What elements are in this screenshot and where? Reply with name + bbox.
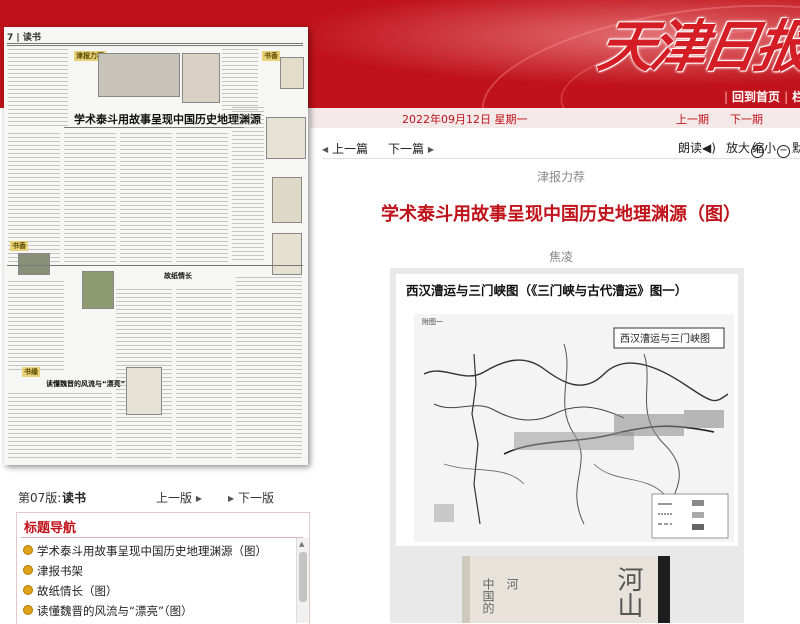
read-aloud-label[interactable]: 朗读 [678, 141, 702, 155]
title-nav-item[interactable]: 学术泰斗用故事呈现中国历史地理渊源（图） [23, 543, 267, 561]
paper-tag: 书香 [262, 51, 280, 61]
title-nav-scrollbar[interactable]: ▲ [296, 538, 309, 623]
paper-headline-2[interactable]: 故纸情长 [164, 271, 192, 281]
book-cover-image: 中国的 河 河山 [462, 556, 670, 623]
article-kicker: 津报力荐 [536, 170, 585, 184]
paper-section-label: 7 | 读书 [7, 33, 41, 43]
bullet-icon [23, 565, 33, 575]
paper-image [182, 53, 220, 103]
page-number-label: 第07版: [18, 491, 62, 505]
next-page-label[interactable]: 下一版 [238, 491, 274, 505]
paper-rule [7, 45, 303, 46]
weekday: 星期一 [494, 113, 528, 126]
title-nav-item[interactable]: 故纸情长（图） [23, 583, 118, 601]
paper-image [266, 117, 306, 159]
bullet-icon [23, 605, 33, 615]
book-cover-text: 中国的 [481, 578, 495, 614]
paper-headline-3[interactable]: 读懂魏晋的风流与“漂亮” [46, 379, 125, 389]
bullet-icon [23, 545, 33, 555]
home-link[interactable]: 回到首页 [732, 90, 780, 104]
date-value: 2022年09月12日 [402, 113, 491, 126]
paper-text-block [232, 107, 264, 263]
prev-page-label[interactable]: 上一版 [156, 491, 192, 505]
zoom-reset-button[interactable]: 默 [792, 139, 800, 156]
paper-text-block [8, 49, 68, 129]
newspaper-page-thumbnail[interactable]: 7 | 读书 津报力荐 书香 学术泰斗用故事呈现中国历史地理渊源 书香 故纸情长… [4, 27, 308, 465]
article-author: 焦凌 [548, 250, 573, 264]
paper-text-block [176, 133, 228, 263]
play-left-icon: ◀ [322, 145, 329, 154]
article-toolbar: ◀ 上一篇 下一篇 ▶ 朗读◀) 放大 + 缩小 − 默 [322, 138, 800, 158]
figure-card: 西汉漕运与三门峡图（《三门峡与古代漕运》图一） 附图一 西汉漕运与三门峡图 [396, 274, 738, 546]
scroll-thumb[interactable] [299, 552, 307, 602]
next-issue-link[interactable]: 下一期 [730, 111, 763, 127]
paper-text-block [64, 133, 116, 263]
paper-image [272, 233, 302, 275]
page-nav: 第07版: 读书 上一版 ▶ ▶ 下一版 [18, 489, 308, 505]
title-nav-divider [21, 537, 303, 538]
prev-article-label[interactable]: 上一篇 [332, 142, 368, 156]
scroll-up-arrow-icon[interactable]: ▲ [299, 540, 304, 548]
prev-page-link[interactable]: 上一版 ▶ [156, 489, 202, 506]
next-article-link[interactable]: 下一篇 ▶ [388, 140, 434, 157]
map-label: 附图一 [422, 317, 443, 326]
site-logo[interactable]: 天津日报 [593, 2, 800, 83]
paper-text-block [120, 133, 172, 263]
top-nav: | 回到首页 | 栏 [720, 88, 800, 104]
map-title: 西汉漕运与三门峡图 [620, 332, 710, 345]
next-article-label[interactable]: 下一篇 [388, 142, 424, 156]
zoom-out-button[interactable]: 缩小 − [752, 139, 791, 158]
paper-image [126, 367, 162, 415]
figure-caption: 西汉漕运与三门峡图（《三门峡与古代漕运》图一） [406, 283, 688, 298]
prev-article-link[interactable]: ◀ 上一篇 [322, 140, 368, 157]
paper-text-block [236, 277, 302, 459]
title-nav-item-label[interactable]: 津报书架 [37, 564, 83, 578]
paper-text-block [8, 281, 64, 371]
zoom-in-label[interactable]: 放大 [726, 141, 750, 155]
book-cover-text: 河 [505, 578, 519, 590]
paper-image [98, 53, 180, 97]
title-nav-heading: 标题导航 [24, 521, 77, 536]
play-right-icon: ▶ [427, 145, 434, 154]
book-spine [658, 556, 670, 623]
paper-tag: 书缘 [22, 367, 40, 377]
paper-image [18, 253, 50, 275]
title-nav-panel: 标题导航 学术泰斗用故事呈现中国历史地理渊源（图） 津报书架 故纸情长（图） 读… [16, 512, 310, 624]
title-nav-item[interactable]: 读懂魏晋的风流与“漂亮”（图） [23, 603, 193, 621]
title-nav-item-label[interactable]: 故纸情长（图） [37, 584, 118, 598]
page-name[interactable]: 读书 [62, 489, 86, 506]
read-aloud-button[interactable]: 朗读◀) [678, 139, 716, 156]
paper-text-block [176, 289, 232, 459]
date-bar: 2022年09月12日 星期一 上一期 下一期 [310, 108, 800, 128]
paper-tag: 书香 [10, 241, 28, 251]
toolbar-divider [322, 158, 800, 159]
minus-icon: − [777, 145, 791, 158]
speaker-icon: ◀) [702, 141, 716, 155]
play-right-icon: ▶ [195, 494, 202, 503]
column-link[interactable]: 栏 [792, 90, 800, 104]
play-right-icon: ▶ [228, 494, 235, 503]
paper-image [272, 177, 302, 223]
bullet-icon [23, 585, 33, 595]
title-nav-item[interactable]: 津报书架 [23, 563, 83, 581]
nav-separator: | [784, 90, 789, 104]
title-nav-item-label[interactable]: 读懂魏晋的风流与“漂亮”（图） [37, 604, 193, 618]
paper-rule [7, 43, 303, 44]
historical-map-image: 附图一 西汉漕运与三门峡图 [414, 314, 734, 542]
article-title: 学术泰斗用故事呈现中国历史地理渊源（图） [381, 204, 741, 225]
book-cover-title: 河山 [613, 566, 643, 618]
next-page-link[interactable]: ▶ 下一版 [228, 489, 274, 506]
title-nav-item-label[interactable]: 学术泰斗用故事呈现中国历史地理渊源（图） [37, 544, 267, 558]
paper-image [280, 57, 304, 89]
prev-issue-link[interactable]: 上一期 [676, 111, 709, 127]
paper-text-block [8, 393, 112, 459]
issue-date: 2022年09月12日 星期一 [402, 111, 528, 127]
zoom-out-label[interactable]: 缩小 [752, 141, 776, 155]
paper-image [82, 271, 114, 309]
paper-text-block [222, 49, 258, 113]
paper-rule [7, 265, 303, 266]
nav-separator: | [724, 90, 729, 104]
paper-rule [64, 127, 244, 128]
